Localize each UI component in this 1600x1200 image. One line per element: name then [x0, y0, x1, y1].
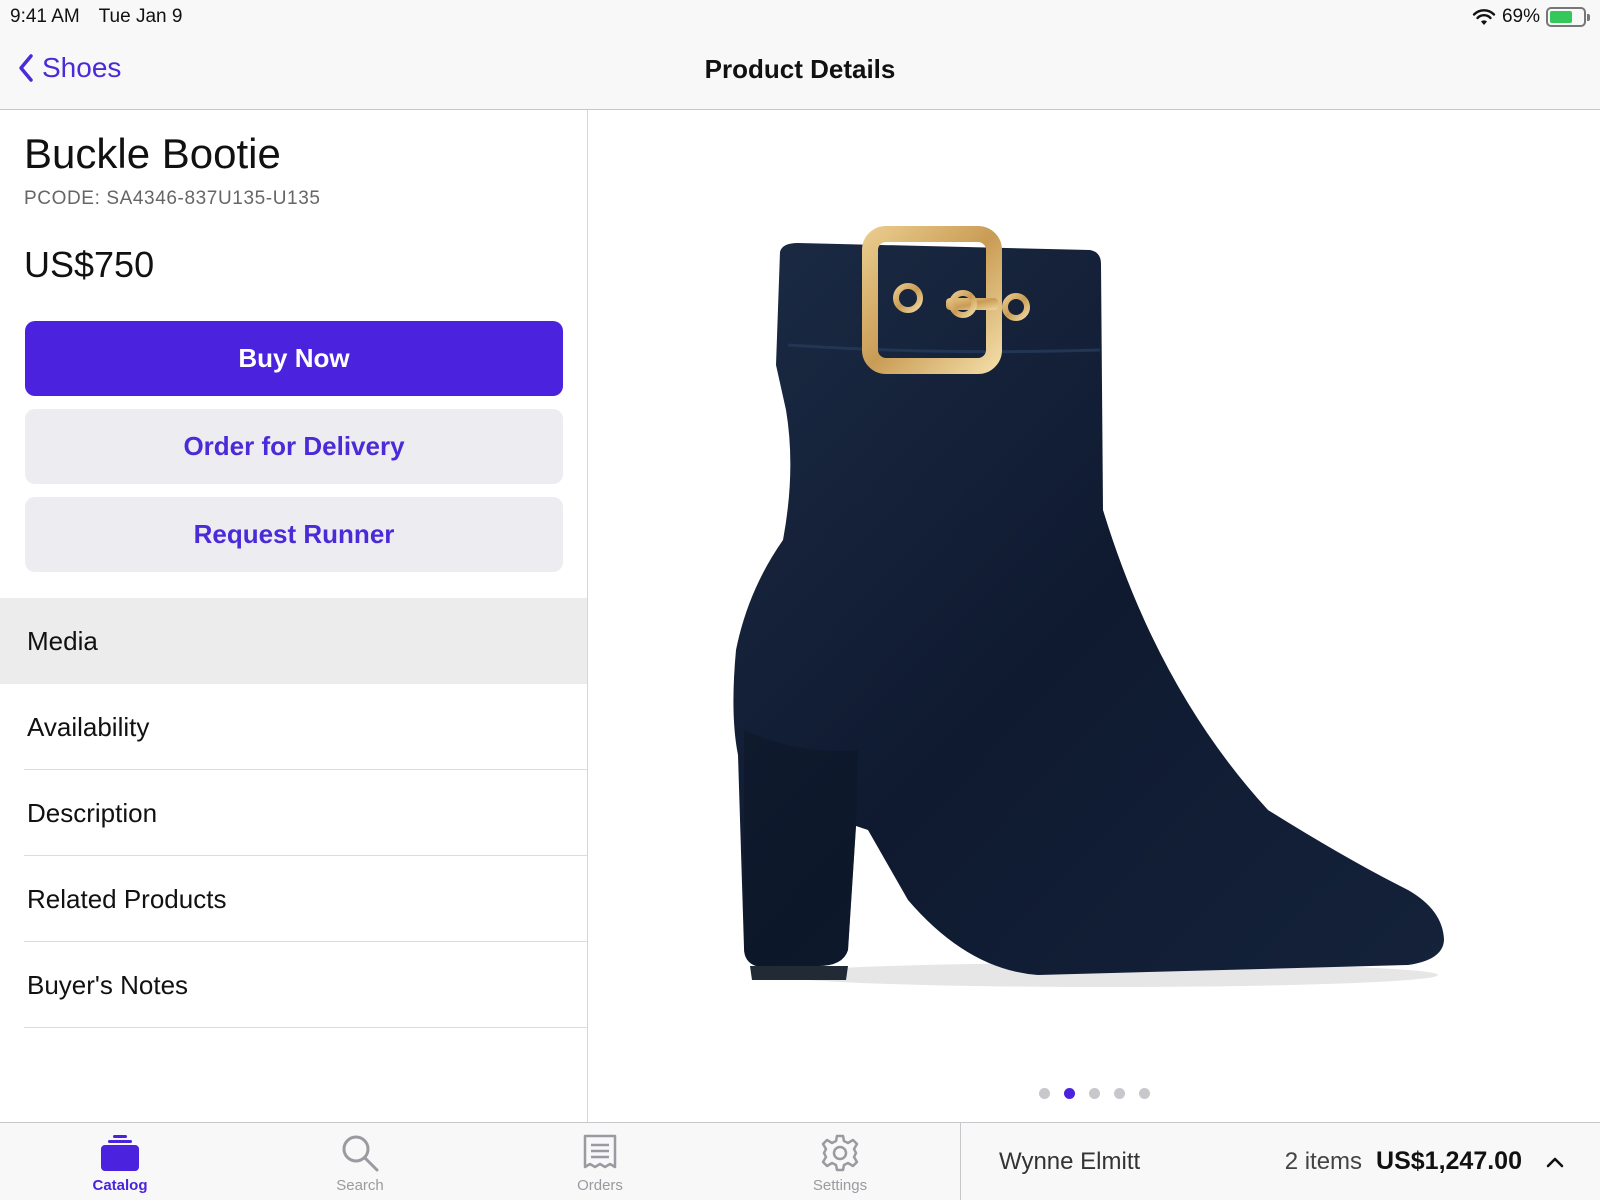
buy-now-button[interactable]: Buy Now [25, 321, 563, 396]
menu-item-related-products[interactable]: Related Products [0, 856, 587, 942]
status-date: Tue Jan 9 [98, 6, 183, 27]
product-section-menu: Media Availability Description Related P… [0, 598, 587, 1028]
tab-search[interactable]: Search [240, 1123, 480, 1200]
menu-item-label: Related Products [27, 883, 227, 914]
battery-icon [1546, 7, 1590, 27]
search-icon [342, 1135, 379, 1172]
tab-label: Orders [577, 1177, 623, 1194]
page-title: Product Details [704, 54, 896, 84]
catalog-icon [101, 1135, 139, 1171]
request-runner-button[interactable]: Request Runner [25, 497, 563, 572]
menu-item-media[interactable]: Media [0, 598, 587, 684]
wifi-icon [1472, 9, 1496, 25]
tab-catalog[interactable]: Catalog [0, 1123, 240, 1200]
cart-item-count: 2 items [1284, 1147, 1363, 1175]
navigation-bar: Shoes Product Details [0, 34, 1600, 110]
status-right: 69% [1472, 6, 1590, 28]
status-bar: 9:41 AM Tue Jan 9 69% [0, 0, 1600, 34]
tab-label: Settings [812, 1177, 868, 1194]
product-info-panel: Buckle Bootie PCODE: SA4346-837U135-U135… [0, 110, 588, 1122]
orders-icon [583, 1134, 617, 1169]
menu-item-label: Availability [27, 711, 150, 742]
cart-totals: 2 items US$1,247.00 [1285, 1147, 1564, 1176]
tab-bar: Catalog Search Orders Settings [0, 1122, 960, 1200]
tab-label: Search [336, 1177, 384, 1194]
menu-item-label: Description [27, 797, 158, 828]
product-code: PCODE: SA4346-837U135-U135 [24, 188, 321, 209]
settings-icon [821, 1134, 859, 1172]
product-image [733, 226, 1444, 987]
order-for-delivery-button[interactable]: Order for Delivery [25, 409, 563, 484]
customer-name: Wynne Elmitt [999, 1147, 1141, 1175]
page-dot[interactable] [1063, 1088, 1075, 1099]
status-left: 9:41 AM Tue Jan 9 [10, 6, 196, 28]
chevron-up-icon[interactable] [1546, 1156, 1564, 1168]
tab-orders[interactable]: Orders [480, 1123, 720, 1200]
battery-fill [1550, 11, 1573, 23]
menu-item-availability[interactable]: Availability [0, 684, 587, 770]
page-indicator[interactable] [588, 1088, 1600, 1099]
menu-item-label: Buyer's Notes [27, 969, 189, 1000]
page-dot[interactable] [1038, 1088, 1050, 1099]
battery-percent: 69% [1501, 6, 1540, 27]
status-time: 9:41 AM [10, 6, 80, 27]
cart-total: US$1,247.00 [1376, 1147, 1522, 1175]
product-price: US$750 [24, 244, 155, 285]
page-dot[interactable] [1088, 1088, 1100, 1099]
menu-item-buyers-notes[interactable]: Buyer's Notes [0, 942, 587, 1028]
page-dot[interactable] [1113, 1088, 1125, 1099]
menu-item-description[interactable]: Description [0, 770, 587, 856]
product-name: Buckle Bootie [24, 130, 281, 177]
page-dot[interactable] [1138, 1088, 1150, 1099]
tab-settings[interactable]: Settings [720, 1123, 960, 1200]
product-image-gallery[interactable] [588, 110, 1600, 1122]
cart-summary-bar[interactable]: Wynne Elmitt 2 items US$1,247.00 [960, 1122, 1600, 1200]
tab-label: Catalog [92, 1177, 148, 1194]
menu-item-label: Media [27, 625, 98, 656]
